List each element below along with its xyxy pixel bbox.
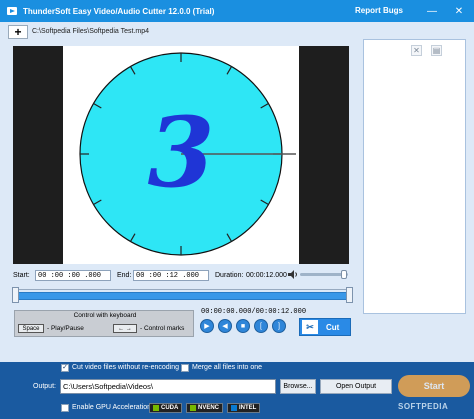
report-bugs-link[interactable]: Report Bugs (355, 6, 403, 15)
app-logo-icon (5, 4, 19, 18)
scissors-icon: ✂ (302, 320, 318, 334)
play-icon[interactable]: ▶ (200, 319, 214, 333)
start-time-input[interactable]: 00 :00 :00 .000 (35, 270, 111, 281)
gpu-label: Enable GPU Acceleration (72, 404, 151, 411)
stop-icon[interactable]: ■ (236, 319, 250, 333)
end-marker-handle[interactable] (346, 287, 353, 303)
countdown-digit: 3 (148, 96, 215, 209)
clear-list-icon[interactable]: ▤ (431, 45, 442, 56)
reencode-label: Cut video files without re-encoding (72, 364, 180, 371)
letterbox-left (13, 46, 63, 264)
keyboard-hints: Control with keyboard Space - Play/Pause… (14, 310, 194, 337)
open-output-button[interactable]: Open Output (320, 379, 392, 394)
merge-checkbox[interactable] (181, 364, 189, 372)
output-label: Output: (33, 383, 56, 390)
video-preview[interactable]: 3 (13, 46, 349, 264)
start-label: Start: (13, 272, 30, 279)
file-path: C:\Softpedia Files\Softpedia Test.mp4 (32, 28, 149, 35)
gpu-checkbox[interactable] (61, 404, 69, 412)
duration-value: 00:00:12.000 (246, 272, 287, 279)
intel-icon (231, 405, 237, 411)
speaker-icon[interactable] (288, 270, 298, 279)
minimize-button[interactable]: — (425, 4, 439, 18)
end-label: End: (117, 272, 132, 279)
start-button[interactable]: Start (398, 375, 470, 397)
step-back-icon[interactable]: ◀ (218, 319, 232, 333)
timeline-ruler (15, 286, 351, 290)
window-title: ThunderSoft Easy Video/Audio Cutter 12.0… (23, 6, 215, 16)
browse-button[interactable]: Browse... (280, 379, 316, 394)
title-bar: ThunderSoft Easy Video/Audio Cutter 12.0… (0, 0, 474, 22)
cut-button[interactable]: ✂ Cut (299, 318, 351, 336)
countdown-frame: 3 (79, 52, 296, 256)
gpu-option-intel[interactable]: INTEL (227, 403, 261, 413)
keyboard-hints-title: Control with keyboard (73, 312, 137, 319)
reencode-checkbox[interactable]: ✓ (61, 364, 69, 372)
watermark: SOFTPEDIA (398, 402, 449, 411)
remove-item-icon[interactable]: ✕ (411, 45, 422, 56)
gpu-option-nvenc[interactable]: NVENC (186, 403, 224, 413)
duration-label: Duration: (215, 272, 244, 279)
output-path-input[interactable]: C:\Users\Softpedia\Videos\ (60, 379, 276, 394)
timeline-bar[interactable] (15, 292, 351, 300)
letterbox-right (299, 46, 349, 264)
space-key: Space (18, 324, 44, 333)
merge-label: Merge all files into one (192, 364, 263, 371)
cut-label: Cut (326, 322, 340, 332)
end-time-input[interactable]: 00 :00 :12 .000 (133, 270, 209, 281)
set-end-icon[interactable]: ] (272, 319, 286, 333)
volume-thumb[interactable] (341, 270, 347, 279)
gpu-option-cuda[interactable]: CUDA (149, 403, 183, 413)
nvidia-icon (153, 405, 159, 411)
start-marker-handle[interactable] (12, 287, 19, 303)
space-hint: - Play/Pause (47, 325, 84, 332)
nvidia-icon (190, 405, 196, 411)
add-file-button[interactable]: + (8, 25, 28, 39)
close-button[interactable]: ✕ (452, 4, 466, 18)
arrow-hint: - Control marks (140, 325, 185, 332)
playback-time: 00:00:00.000/00:00:12.000 (201, 308, 307, 316)
file-list-panel: ✕ ▤ (363, 39, 466, 314)
set-start-icon[interactable]: [ (254, 319, 268, 333)
arrow-keys: ← → (113, 324, 137, 333)
